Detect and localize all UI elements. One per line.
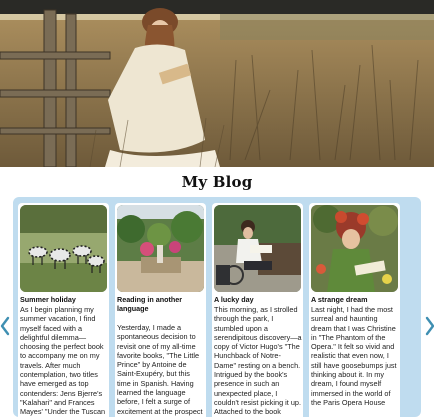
- woman-reading-on-bench-photo: [214, 205, 301, 292]
- card-excerpt: This morning, as I strolled through the …: [214, 305, 302, 417]
- card-excerpt: As I begin planning my summer vacation, …: [20, 305, 106, 417]
- blog-carousel: Summer holiday As I begin planning my su…: [13, 197, 421, 417]
- card-excerpt: Last night, I had the most surreal and h…: [311, 305, 397, 407]
- card-title: A lucky day: [214, 295, 254, 304]
- hero-image: [0, 0, 434, 167]
- girl-reading-with-flowers-photo: [311, 205, 398, 292]
- blog-card-a-lucky-day[interactable]: A lucky day This morning, as I strolled …: [212, 203, 303, 417]
- blog-card-a-strange-dream[interactable]: A strange dream Last night, I had the mo…: [309, 203, 400, 417]
- blog-card-reading-in-another-language[interactable]: Reading in another language Yesterday, I…: [115, 203, 206, 417]
- card-title: A strange dream: [311, 295, 368, 304]
- chevron-left-icon[interactable]: [0, 316, 12, 336]
- page-title: My Blog: [181, 173, 253, 191]
- card-title: Reading in another language: [117, 295, 183, 313]
- card-title: Summer holiday: [20, 295, 76, 304]
- card-excerpt: Yesterday, I made a spontaneous decision…: [117, 323, 203, 417]
- zebras-photo: [20, 205, 107, 292]
- blog-card-summer-holiday[interactable]: Summer holiday As I begin planning my su…: [18, 203, 109, 417]
- garden-fountain-photo: [117, 205, 204, 292]
- chevron-right-icon[interactable]: [424, 316, 434, 336]
